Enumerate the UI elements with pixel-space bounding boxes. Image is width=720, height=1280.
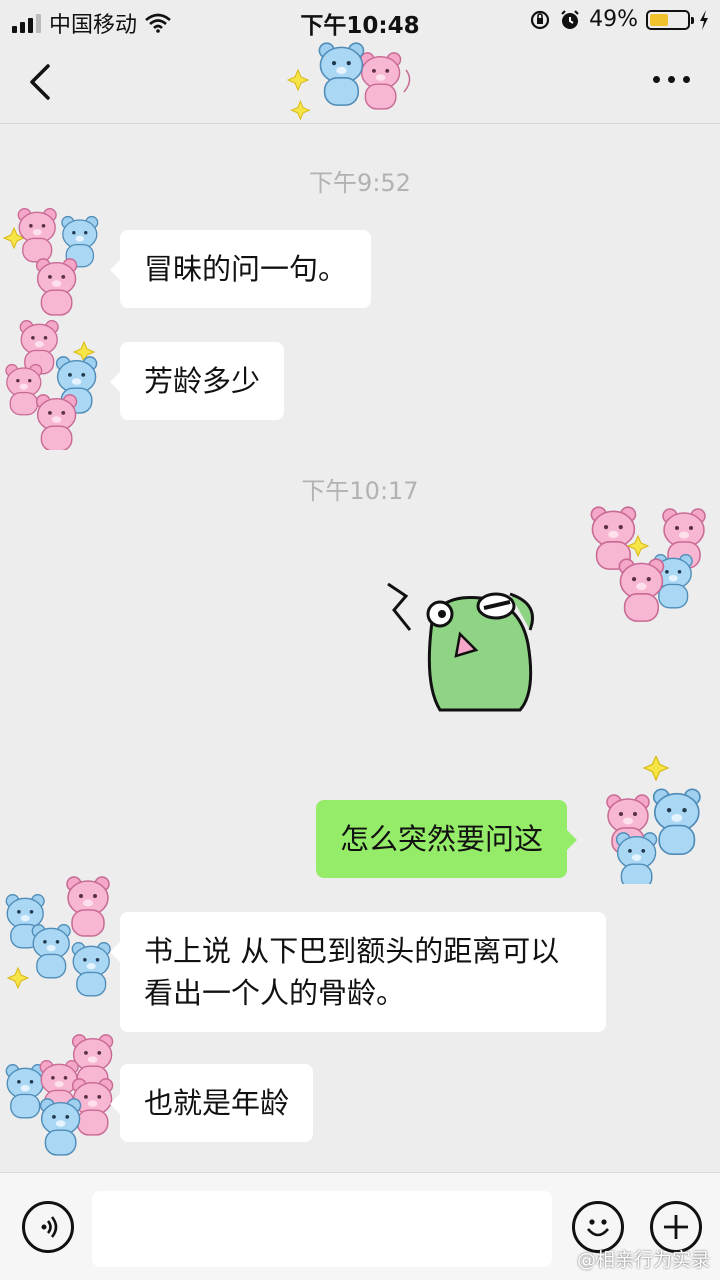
- battery-percent: 49%: [589, 7, 638, 32]
- avatar[interactable]: [0, 872, 120, 1000]
- avatar[interactable]: [596, 756, 720, 884]
- message-bubble[interactable]: 冒昧的问一句。: [109, 230, 372, 308]
- avatar[interactable]: [578, 494, 720, 640]
- voice-icon[interactable]: [22, 1201, 74, 1253]
- rotation-lock-icon: [530, 10, 550, 29]
- more-dots-icon[interactable]: [653, 76, 690, 83]
- bear-sticker: [287, 42, 411, 120]
- frog-sticker[interactable]: [380, 574, 550, 720]
- chat-header: [0, 40, 720, 124]
- message-input[interactable]: [92, 1191, 552, 1267]
- status-bar: 中国移动 下午10:48 49%: [0, 0, 720, 40]
- battery-fill: [650, 13, 668, 26]
- message-bubble[interactable]: 也就是年龄: [109, 1064, 314, 1142]
- avatar[interactable]: [0, 1032, 126, 1164]
- chevron-left-icon[interactable]: [24, 60, 64, 104]
- message-bubble[interactable]: 芳龄多少: [109, 342, 285, 420]
- avatar[interactable]: [0, 318, 120, 450]
- battery-icon: [646, 9, 694, 30]
- alarm-icon: [561, 9, 579, 29]
- message-bubble-outgoing[interactable]: 怎么突然要问这: [316, 800, 578, 878]
- avatar[interactable]: [0, 204, 114, 318]
- input-bar: @相亲行为实录: [0, 1172, 720, 1280]
- message-bubble[interactable]: 书上说 从下巴到额头的距离可以看出一个人的骨龄。: [110, 912, 606, 1032]
- timestamp: 下午9:52: [309, 169, 411, 197]
- charging-icon: [700, 9, 708, 30]
- watermark: @相亲行为实录: [576, 1249, 710, 1271]
- status-right: 49%: [529, 7, 710, 32]
